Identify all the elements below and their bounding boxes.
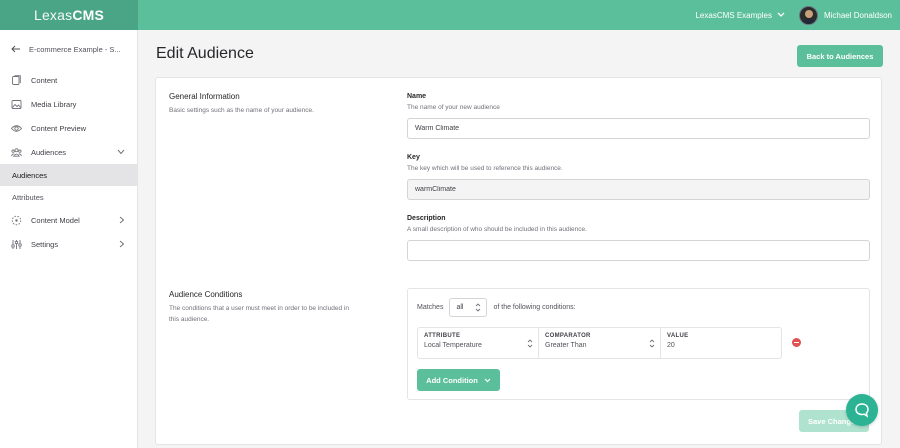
remove-condition-icon[interactable]	[792, 338, 801, 347]
sidebar-item-label: Media Library	[31, 99, 77, 109]
chat-support-button[interactable]	[846, 394, 878, 426]
conditions-description-line1: The conditions that a user must meet in …	[169, 305, 349, 312]
attribute-select[interactable]: ATTRIBUTE Local Temperature	[418, 328, 539, 358]
key-input[interactable]	[407, 179, 870, 200]
sidebar-item-content-model[interactable]: Content Model	[0, 208, 137, 232]
app-logo[interactable]: Lexas CMS	[0, 0, 138, 30]
value-header: VALUE	[667, 333, 689, 339]
matches-label: Matches	[417, 304, 444, 311]
general-info-description: Basic settings such as the name of your …	[169, 107, 314, 114]
chevron-down-icon	[117, 149, 125, 155]
select-arrows-icon	[649, 338, 655, 349]
workspace-name: LexasCMS Examples	[695, 10, 772, 20]
key-label: Key	[407, 154, 420, 161]
eye-icon	[11, 123, 22, 134]
description-help: A small description of who should be inc…	[407, 226, 587, 233]
chevron-right-icon	[119, 216, 125, 224]
description-input[interactable]	[407, 240, 870, 261]
name-label: Name	[407, 93, 427, 100]
sidebar-item-label: Settings	[31, 239, 59, 249]
chevron-down-icon	[777, 12, 785, 17]
add-condition-button[interactable]: Add Condition	[417, 369, 500, 391]
comparator-select[interactable]: COMPARATOR Greater Than	[539, 328, 661, 358]
model-icon	[11, 215, 22, 226]
value-value: 20	[667, 342, 675, 349]
sidebar: E-commerce Example - S... Content Media …	[0, 30, 138, 448]
sidebar-item-label: Content Model	[31, 215, 80, 225]
logo-text-light: Lexas	[33, 7, 73, 23]
chat-bubble-icon	[855, 403, 869, 418]
document-icon	[11, 74, 22, 86]
matches-select[interactable]: all	[449, 298, 488, 317]
top-bar-right: LexasCMS Examples Michael Donaldson	[695, 0, 900, 30]
condition-row: ATTRIBUTE Local Temperature COMPARATOR G…	[417, 327, 782, 359]
sidebar-item-content[interactable]: Content	[0, 68, 137, 92]
add-condition-label: Add Condition	[426, 375, 478, 385]
workspace-switcher[interactable]: LexasCMS Examples	[695, 10, 785, 20]
key-help: The key which will be used to reference …	[407, 165, 563, 172]
sidebar-item-audiences[interactable]: Audiences	[0, 140, 137, 164]
description-label: Description	[407, 215, 446, 222]
back-to-project-link[interactable]: E-commerce Example - S...	[0, 30, 137, 68]
user-menu[interactable]: Michael Donaldson	[798, 5, 892, 25]
value-field[interactable]: VALUE 20	[661, 328, 781, 358]
page-title: Edit Audience	[156, 45, 254, 62]
sidebar-item-label: Content	[31, 75, 58, 85]
sidebar-item-media-library[interactable]: Media Library	[0, 92, 137, 116]
select-arrows-icon	[527, 338, 533, 349]
sidebar-item-content-preview[interactable]: Content Preview	[0, 116, 137, 140]
avatar	[798, 5, 818, 25]
chevron-right-icon	[119, 240, 125, 248]
sidebar-item-settings[interactable]: Settings	[0, 232, 137, 256]
general-info-title: General Information	[169, 92, 240, 101]
conditions-box: Matches all of the following conditions:…	[407, 288, 870, 400]
top-bar: Lexas CMS LexasCMS Examples Michael Donal…	[0, 0, 900, 30]
conditions-title: Audience Conditions	[169, 290, 243, 299]
matches-value: all	[456, 304, 464, 311]
comparator-value: Greater Than	[545, 342, 587, 349]
name-input[interactable]	[407, 118, 870, 139]
matches-suffix: of the following conditions:	[493, 304, 576, 311]
sidebar-subitem-attributes[interactable]: Attributes	[0, 186, 137, 208]
sidebar-subitem-label: Audiences	[12, 170, 48, 180]
project-name: E-commerce Example - S...	[29, 44, 121, 54]
name-help: The name of your new audience	[407, 104, 500, 111]
user-name: Michael Donaldson	[823, 10, 892, 20]
sidebar-subitem-label: Attributes	[12, 192, 44, 202]
matches-row: Matches all of the following conditions:	[417, 298, 576, 317]
attribute-header: ATTRIBUTE	[424, 333, 461, 339]
sidebar-subitem-audiences[interactable]: Audiences	[0, 164, 137, 186]
back-to-audiences-button[interactable]: Back to Audiences	[797, 45, 883, 67]
conditions-description-line2: this audience.	[169, 316, 210, 323]
users-icon	[11, 147, 22, 158]
comparator-header: COMPARATOR	[545, 333, 591, 339]
sidebar-item-label: Content Preview	[31, 123, 87, 133]
edit-audience-card: General Information Basic settings such …	[155, 77, 882, 445]
sidebar-item-label: Audiences	[31, 147, 67, 157]
sliders-icon	[11, 239, 22, 250]
image-icon	[11, 99, 22, 110]
select-arrows-icon	[475, 302, 481, 313]
chevron-down-icon	[484, 378, 491, 382]
attribute-value: Local Temperature	[424, 342, 482, 349]
arrow-left-icon	[11, 45, 20, 53]
logo-text-bold: CMS	[72, 7, 105, 23]
